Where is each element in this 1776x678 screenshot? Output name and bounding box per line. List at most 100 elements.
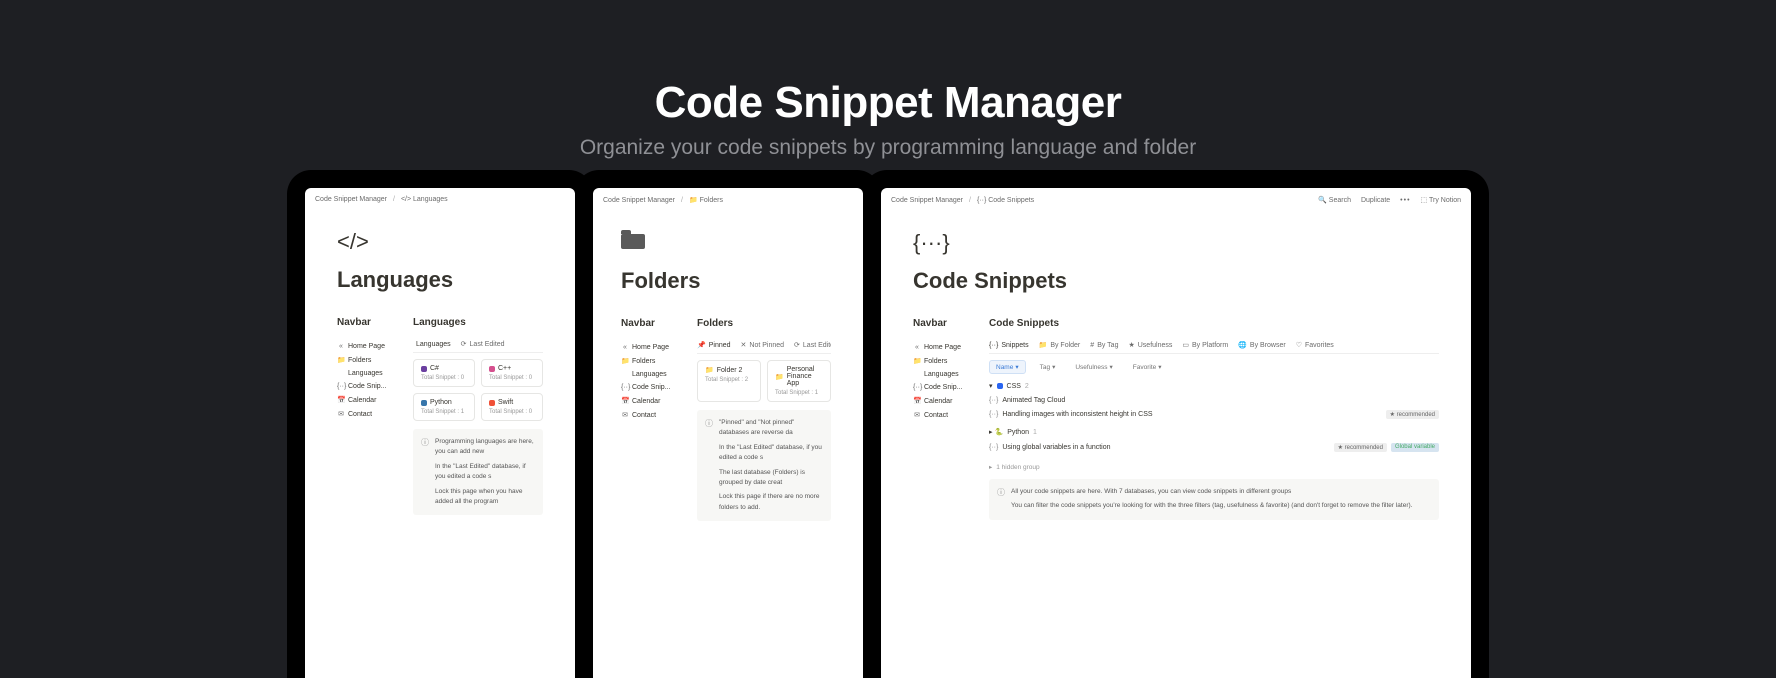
nav-item-icon: 📅 (913, 397, 921, 405)
tab-label: By Folder (1050, 342, 1080, 349)
sidebar-item[interactable]: «Home Page (621, 341, 679, 354)
breadcrumb-root[interactable]: Code Snippet Manager (315, 196, 387, 203)
callout-line: In the "Last Edited" database, if you ed… (435, 462, 535, 483)
nav-item-icon: « (337, 343, 345, 350)
info-callout: ⓘ "Pinned" and "Not pinned" databases ar… (697, 410, 831, 521)
sidebar-item[interactable]: 📅Calendar (913, 394, 971, 408)
sidebar-item[interactable]: {··}Code Snip... (913, 381, 971, 394)
try-notion-button[interactable]: ⬚ Try Notion (1421, 196, 1461, 204)
nav-item-icon: 📅 (621, 397, 629, 405)
view-tab[interactable]: ★Usefulness (1128, 341, 1172, 349)
group-name: Python (1007, 429, 1029, 436)
sidebar-item[interactable]: 📁Folders (913, 354, 971, 368)
hero-subtitle: Organize your code snippets by programmi… (0, 136, 1776, 160)
folder-icon (621, 230, 831, 258)
sidebar-item[interactable]: 📁Folders (621, 354, 679, 368)
tablet-languages: Code Snippet Manager / </> Languages </>… (287, 170, 593, 678)
view-tab[interactable]: 📁By Folder (1039, 341, 1081, 349)
chevron-down-icon: ▾ (1158, 363, 1161, 371)
navbar-list: «Home Page📁FoldersLanguages{··}Code Snip… (337, 340, 395, 421)
view-tab[interactable]: 📌Pinned (697, 341, 731, 354)
snippet-row[interactable]: {··} Handling images with inconsistent he… (989, 407, 1439, 422)
nav-item-label: Code Snip... (632, 384, 671, 391)
snippet-row[interactable]: {··}Using global variables in a function… (989, 440, 1439, 455)
view-tab[interactable]: ⟳Last Edited (794, 341, 831, 349)
breadcrumb-root[interactable]: Code Snippet Manager (891, 197, 963, 204)
sidebar-item[interactable]: ✉Contact (337, 407, 395, 421)
nav-item-icon: ✉ (913, 411, 921, 419)
nav-item-icon: 📁 (621, 357, 629, 365)
tab-icon: ♡ (1296, 341, 1302, 349)
nav-item-icon: 📁 (337, 356, 345, 364)
sidebar-item[interactable]: 📅Calendar (621, 394, 679, 408)
view-tab[interactable]: ▭By Platform (1182, 341, 1228, 349)
page-title: Languages (337, 267, 543, 293)
snippet-icon: {··} (989, 397, 998, 404)
breadcrumb: Code Snippet Manager / </> Languages (305, 188, 575, 211)
card-title: Python (430, 399, 452, 406)
view-tabs: Languages ⟳Last Edited (413, 340, 543, 353)
folder-card[interactable]: 📁Personal Finance AppTotal Snippet : 1 (767, 360, 831, 402)
filter-chip[interactable]: Favorite▾ (1127, 361, 1168, 373)
tab-icon: ★ (1128, 341, 1134, 349)
sidebar-item[interactable]: ✉Contact (621, 408, 679, 422)
nav-item-label: Contact (348, 411, 372, 418)
tab-icon: 📌 (697, 341, 706, 349)
filter-chip[interactable]: Name▾ (989, 360, 1026, 374)
nav-item-label: Folders (632, 358, 655, 365)
section-heading: Code Snippets (989, 318, 1439, 329)
sidebar-item[interactable]: Languages (913, 368, 971, 381)
folder-cards-row: 📁Folder 2Total Snippet : 2📁Personal Fina… (697, 360, 831, 402)
snippet-icon: {··} (989, 411, 998, 418)
hero-title: Code Snippet Manager (0, 78, 1776, 128)
breadcrumb: Code Snippet Manager / {··} Code Snippet… (881, 188, 1471, 212)
duplicate-button[interactable]: Duplicate (1361, 197, 1390, 204)
chevron-down-icon: ▾ (1110, 363, 1113, 371)
breadcrumb-root[interactable]: Code Snippet Manager (603, 197, 675, 204)
view-tab[interactable]: #By Tag (1090, 341, 1118, 349)
view-tab[interactable]: {··}Snippets (989, 341, 1029, 354)
tab-label: Last Edited (470, 341, 505, 348)
sidebar-item[interactable]: ✉Contact (913, 408, 971, 422)
view-tab[interactable]: ✕Not Pinned (741, 341, 785, 349)
sidebar-item[interactable]: «Home Page (913, 341, 971, 354)
filter-chip[interactable]: Tag▾ (1034, 361, 1062, 373)
nav-item-icon: ✉ (621, 411, 629, 419)
sidebar-item[interactable]: «Home Page (337, 340, 395, 353)
sidebar-item[interactable]: 📅Calendar (337, 393, 395, 407)
view-tab[interactable]: Languages (413, 340, 451, 353)
language-card[interactable]: PythonTotal Snippet : 1 (413, 393, 475, 421)
language-dot-icon (489, 366, 495, 372)
card-title: Swift (498, 399, 513, 406)
sidebar-item[interactable]: {··}Code Snip... (337, 380, 395, 393)
view-tab[interactable]: 🌐By Browser (1238, 341, 1286, 349)
tab-label: By Tag (1097, 342, 1118, 349)
snippet-title: Handling images with inconsistent height… (1002, 411, 1152, 418)
filter-chip[interactable]: Usefulness▾ (1069, 361, 1118, 373)
view-tab[interactable]: ⟳Last Edited (461, 340, 505, 348)
callout-line: The last database (Folders) is grouped b… (719, 468, 823, 489)
group-header[interactable]: ▾CSS2 (989, 382, 1439, 390)
sidebar-item[interactable]: Languages (621, 368, 679, 381)
tab-label: By Platform (1192, 342, 1228, 349)
folder-card[interactable]: 📁Folder 2Total Snippet : 2 (697, 360, 761, 402)
search-button[interactable]: 🔍 Search (1318, 196, 1351, 204)
language-card[interactable]: C#Total Snippet : 0 (413, 359, 475, 387)
sidebar-item[interactable]: 📁Folders (337, 353, 395, 367)
sidebar-item[interactable]: Languages (337, 367, 395, 380)
hidden-groups[interactable]: ▸ 1 hidden group (989, 463, 1439, 471)
navbar-heading: Navbar (621, 318, 679, 329)
snippet-row[interactable]: {··}Animated Tag Cloud (989, 394, 1439, 407)
group-header[interactable]: ▸ 🐍Python1 (989, 428, 1439, 436)
more-menu-icon[interactable]: ••• (1400, 197, 1410, 204)
language-card[interactable]: SwiftTotal Snippet : 0 (481, 393, 543, 421)
nav-item-icon: {··} (337, 383, 345, 390)
card-subtitle: Total Snippet : 1 (775, 390, 823, 396)
sidebar-item[interactable]: {··}Code Snip... (621, 381, 679, 394)
language-card[interactable]: C++Total Snippet : 0 (481, 359, 543, 387)
tablet-snippets: Code Snippet Manager / {··} Code Snippet… (863, 170, 1489, 678)
filter-bar: Name▾ Tag▾ Usefulness▾ Favorite▾ (989, 360, 1439, 374)
navbar-heading: Navbar (337, 317, 395, 328)
card-subtitle: Total Snippet : 0 (421, 375, 467, 381)
view-tab[interactable]: ♡Favorites (1296, 341, 1334, 349)
